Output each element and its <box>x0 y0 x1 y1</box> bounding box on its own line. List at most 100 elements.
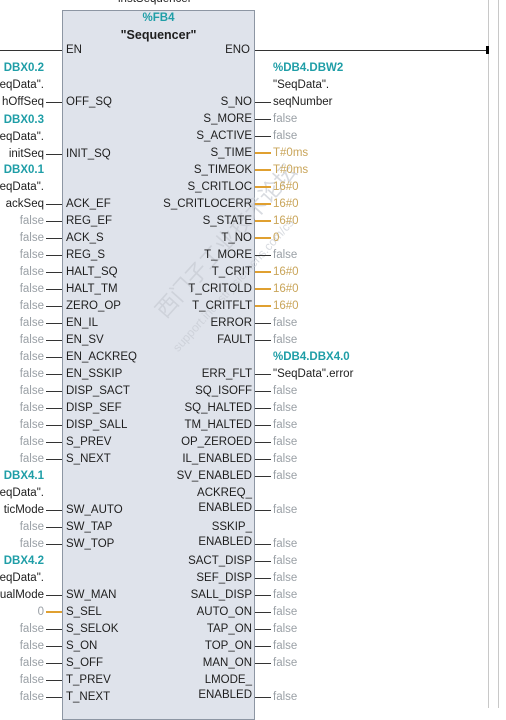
input-value[interactable]: false <box>20 435 44 449</box>
input-value[interactable]: false <box>20 656 44 670</box>
input-pin-reg-s[interactable]: REG_S <box>66 248 105 262</box>
output-pin-lmode[interactable]: LMODE_ <box>205 673 252 687</box>
input-value[interactable]: false <box>20 537 44 551</box>
input-pin-init-sq[interactable]: INIT_SQ <box>66 147 111 161</box>
operand-address[interactable]: DBX4.1 <box>4 469 44 483</box>
eno-pin[interactable]: ENO <box>225 43 250 57</box>
input-pin-s-next[interactable]: S_NEXT <box>66 452 111 466</box>
operand-address[interactable]: DBX0.3 <box>4 113 44 127</box>
input-pin-disp-sef[interactable]: DISP_SEF <box>66 401 122 415</box>
output-pin-sall-disp[interactable]: SALL_DISP <box>191 588 252 602</box>
operand-tag[interactable]: "SeqData".error <box>273 367 353 381</box>
output-pin-sskip[interactable]: SSKIP_ <box>212 520 252 534</box>
output-pin-error[interactable]: ERROR <box>210 316 252 330</box>
input-pin-en-sskip[interactable]: EN_SSKIP <box>66 367 122 381</box>
input-pin-en-sv[interactable]: EN_SV <box>66 333 104 347</box>
output-pin-auto-on[interactable]: AUTO_ON <box>197 605 252 619</box>
output-pin-s-time[interactable]: S_TIME <box>210 146 252 160</box>
output-pin-il-enabled[interactable]: IL_ENABLED <box>182 452 252 466</box>
input-value[interactable]: false <box>20 282 44 296</box>
output-pin-sq-isoff[interactable]: SQ_ISOFF <box>195 384 252 398</box>
input-pin-disp-sact[interactable]: DISP_SACT <box>66 384 130 398</box>
output-pin-top-on[interactable]: TOP_ON <box>205 639 252 653</box>
input-value[interactable]: false <box>20 673 44 687</box>
output-pin-fault[interactable]: FAULT <box>217 333 252 347</box>
output-pin-s-critlocerr[interactable]: S_CRITLOCERR <box>163 197 252 211</box>
input-pin-s-prev[interactable]: S_PREV <box>66 435 111 449</box>
input-pin-reg-ef[interactable]: REG_EF <box>66 214 112 228</box>
input-pin-sw-tap[interactable]: SW_TAP <box>66 520 112 534</box>
operand-address[interactable]: DBX0.1 <box>4 163 44 177</box>
operand-tag[interactable]: ualMode <box>0 588 44 602</box>
input-pin-halt-sq[interactable]: HALT_SQ <box>66 265 118 279</box>
input-pin-t-prev[interactable]: T_PREV <box>66 673 111 687</box>
en-pin[interactable]: EN <box>66 43 82 57</box>
operand-address[interactable]: %DB4.DBX4.0 <box>273 350 350 364</box>
input-value[interactable]: false <box>20 316 44 330</box>
output-pin-s-active[interactable]: S_ACTIVE <box>196 129 252 143</box>
operand-tag[interactable]: ticMode <box>4 503 44 517</box>
input-pin-s-sel[interactable]: S_SEL <box>66 605 102 619</box>
output-pin-s-no[interactable]: S_NO <box>221 95 252 109</box>
input-value[interactable]: false <box>20 520 44 534</box>
output-pin-sact-disp[interactable]: SACT_DISP <box>188 554 252 568</box>
input-pin-halt-tm[interactable]: HALT_TM <box>66 282 118 296</box>
output-pin-t-crit[interactable]: T_CRIT <box>212 265 252 279</box>
input-pin-ack-s[interactable]: ACK_S <box>66 231 104 245</box>
output-pin-t-no[interactable]: T_NO <box>221 231 252 245</box>
output-pin-sv-enabled[interactable]: SV_ENABLED <box>177 469 252 483</box>
input-pin-disp-sall[interactable]: DISP_SALL <box>66 418 127 432</box>
input-value[interactable]: false <box>20 265 44 279</box>
output-pin-tap-on[interactable]: TAP_ON <box>207 622 252 636</box>
input-value[interactable]: false <box>20 639 44 653</box>
output-pin-sef-disp[interactable]: SEF_DISP <box>196 571 252 585</box>
input-value[interactable]: false <box>20 384 44 398</box>
input-value[interactable]: false <box>20 350 44 364</box>
input-value[interactable]: 0 <box>38 605 44 619</box>
input-value[interactable]: false <box>20 622 44 636</box>
input-pin-s-on[interactable]: S_ON <box>66 639 97 653</box>
output-pin-sq-halted[interactable]: SQ_HALTED <box>184 401 252 415</box>
input-value[interactable]: false <box>20 231 44 245</box>
instance-name[interactable]: instSequencer <box>118 0 192 6</box>
input-pin-sw-top[interactable]: SW_TOP <box>66 537 114 551</box>
input-value[interactable]: false <box>20 401 44 415</box>
input-pin-ack-ef[interactable]: ACK_EF <box>66 197 111 211</box>
output-pin-s-state[interactable]: S_STATE <box>203 214 252 228</box>
input-value[interactable]: false <box>20 367 44 381</box>
output-pin-err-flt[interactable]: ERR_FLT <box>202 367 252 381</box>
output-pin-tm-halted[interactable]: TM_HALTED <box>184 418 252 432</box>
output-pin-t-critflt[interactable]: T_CRITFLT <box>192 299 252 313</box>
input-pin-en-il[interactable]: EN_IL <box>66 316 98 330</box>
input-pin-sw-auto[interactable]: SW_AUTO <box>66 503 123 517</box>
input-value[interactable]: false <box>20 418 44 432</box>
input-pin-zero-op[interactable]: ZERO_OP <box>66 299 121 313</box>
input-pin-t-next[interactable]: T_NEXT <box>66 690 110 704</box>
output-pin-s-critloc[interactable]: S_CRITLOC <box>187 180 252 194</box>
input-value[interactable]: false <box>20 214 44 228</box>
output-pin-ackreq[interactable]: ACKREQ_ <box>197 486 252 500</box>
operand-tag[interactable]: seqNumber <box>273 95 332 109</box>
input-pin-s-off[interactable]: S_OFF <box>66 656 103 670</box>
output-pin-t-more[interactable]: T_MORE <box>204 248 252 262</box>
output-pin-s-more[interactable]: S_MORE <box>203 112 252 126</box>
output-pin-s-timeok[interactable]: S_TIMEOK <box>194 163 252 177</box>
input-pin-sw-man[interactable]: SW_MAN <box>66 588 116 602</box>
output-pin-op-zeroed[interactable]: OP_ZEROED <box>181 435 252 449</box>
operand-tag[interactable]: ackSeq <box>6 197 44 211</box>
input-value[interactable]: false <box>20 333 44 347</box>
input-pin-en-ackreq[interactable]: EN_ACKREQ <box>66 350 137 364</box>
input-pin-off-sq[interactable]: OFF_SQ <box>66 95 112 109</box>
input-value[interactable]: false <box>20 690 44 704</box>
operand-address[interactable]: %DB4.DBW2 <box>273 61 343 75</box>
output-pin-t-critold[interactable]: T_CRITOLD <box>188 282 252 296</box>
input-pin-s-selok[interactable]: S_SELOK <box>66 622 118 636</box>
output-pin-man-on[interactable]: MAN_ON <box>203 656 252 670</box>
input-value[interactable]: false <box>20 248 44 262</box>
operand-address[interactable]: DBX4.2 <box>4 554 44 568</box>
operand-address[interactable]: DBX0.2 <box>4 61 44 75</box>
input-value[interactable]: false <box>20 452 44 466</box>
operand-tag[interactable]: initSeq <box>9 147 44 161</box>
operand-tag[interactable]: hOffSeq <box>2 95 44 109</box>
input-value[interactable]: false <box>20 299 44 313</box>
